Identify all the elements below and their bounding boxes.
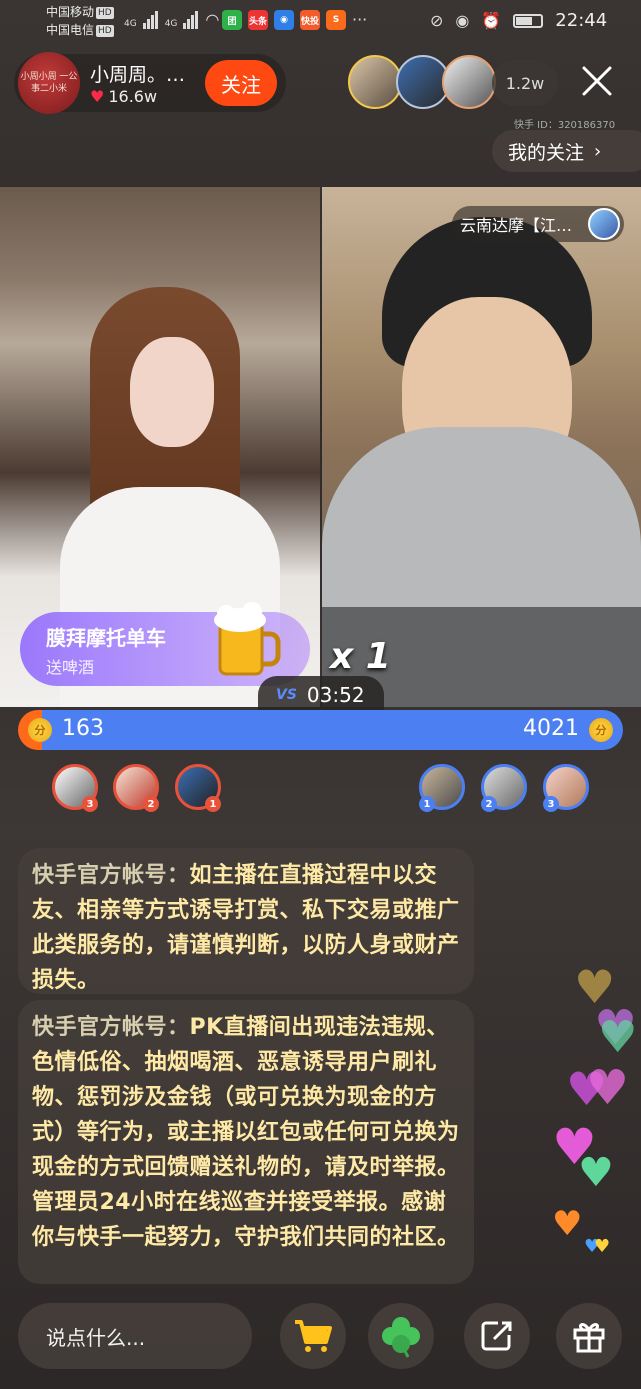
shop-cart-button[interactable] [280, 1303, 346, 1369]
message-sender: 快手官方帐号： [32, 863, 190, 888]
share-icon [481, 1321, 512, 1351]
message-text: PK直播间出现违法违规、色情低俗、抽烟喝酒、恶意诱导用户刷礼物、惩罚涉及金钱（或… [32, 1015, 460, 1250]
vs-icon: VS [276, 687, 297, 703]
left-rank-badge: 3 [82, 796, 98, 812]
nfc-icon: ⊘ [430, 11, 444, 30]
signal-label: 4G [124, 19, 137, 29]
viewer-count[interactable]: 1.2w [492, 60, 558, 106]
host-face-shape [130, 337, 214, 447]
coin-icon-right: 分 [589, 718, 613, 742]
gift-subtitle: 送啤酒 [46, 658, 95, 677]
my-follow-label: 我的关注 [508, 141, 585, 164]
right-rank-badge: 2 [481, 796, 497, 812]
clover-button[interactable] [368, 1303, 434, 1369]
hd-badge: HD [96, 24, 114, 37]
message-sender: 快手官方帐号： [32, 1015, 190, 1040]
app-icon-kuaitou: 快投 [300, 10, 320, 30]
kuaishou-id: 快手 ID：320186370 [514, 120, 616, 131]
heart-icon: ♥ [90, 87, 105, 106]
host-likes-count: 16.6w [108, 87, 158, 106]
notification-app-icons: 团 头条 ◉ 快投 S ··· [222, 10, 367, 30]
gift-banner: 膜拜摩托单车 送啤酒 [20, 602, 310, 686]
chat-message: 快手官方帐号：如主播在直播过程中以交友、相亲等方式诱导打赏、私下交易或推广此类服… [18, 848, 474, 994]
status-bar: 中国移动 HD 中国电信 HD 4G 4G ◠ 团 头条 ◉ 快投 S ··· ⊘ … [0, 0, 641, 44]
host-likes: ♥ 16.6w [90, 87, 157, 106]
eye-icon: ◉ [455, 11, 470, 30]
host-avatar-text: 小周小周 一公事二小米 [20, 72, 78, 94]
signal-bars-icon [183, 10, 199, 29]
pk-right-score: 4021 [523, 716, 579, 741]
host-name: 小周周。… [90, 64, 186, 86]
gift-icon [573, 1323, 605, 1353]
heart-icon: ♥ [586, 1060, 630, 1116]
pk-left-score: 163 [62, 716, 104, 741]
top-viewer-avatar-1[interactable] [348, 55, 402, 109]
gift-title: 膜拜摩托单车 [46, 626, 166, 650]
cart-icon [295, 1320, 332, 1352]
right-rank-badge: 1 [419, 796, 435, 812]
host-avatar[interactable]: 小周小周 一公事二小米 [18, 52, 80, 114]
top-viewer-avatar-3[interactable] [442, 55, 496, 109]
opponent-avatar[interactable] [588, 208, 620, 240]
left-rank-badge: 2 [143, 796, 159, 812]
chat-message: 快手官方帐号：PK直播间出现违法违规、色情低俗、抽烟喝酒、恶意诱导用户刷礼物、惩… [18, 1000, 474, 1284]
clock: 22:44 [555, 10, 608, 31]
coin-icon-left: 分 [28, 718, 52, 742]
signal-bars-icon [142, 10, 159, 29]
comment-input[interactable]: 说点什么... [18, 1303, 252, 1369]
heart-icon: ♥ [578, 1150, 614, 1196]
signal-label: 4G [164, 19, 178, 29]
app-icon-tuan: 团 [222, 10, 242, 30]
chevron-right-icon: › [594, 140, 602, 162]
beer-mug-icon [210, 600, 282, 680]
host-card[interactable]: 小周小周 一公事二小米 小周周。… ♥ 16.6w 关注 [14, 52, 286, 114]
gift-button[interactable] [556, 1303, 622, 1369]
pk-timer: VS 03:52 [258, 676, 384, 714]
wifi-icon: ◠ [205, 10, 220, 29]
follow-button[interactable]: 关注 [205, 60, 277, 106]
opponent-name-pill[interactable]: 云南达摩【江… [452, 206, 624, 242]
more-notifications-icon: ··· [352, 10, 368, 29]
carrier-info: 中国移动 HD 中国电信 HD [46, 3, 114, 39]
heart-icon: ♥ [552, 1204, 583, 1244]
app-icon-orange: S [326, 10, 346, 30]
right-rank-badge: 3 [543, 796, 559, 812]
share-button[interactable] [464, 1303, 530, 1369]
close-icon[interactable] [580, 64, 614, 98]
signal-icons: 4G 4G ◠ [124, 10, 219, 29]
carrier-2: 中国电信 [46, 23, 95, 37]
battery-icon [513, 13, 544, 28]
app-icon-blue: ◉ [274, 10, 294, 30]
opponent-video[interactable] [322, 187, 641, 707]
carrier-1: 中国移动 [46, 5, 95, 19]
heart-icon: ♥ [594, 1236, 611, 1257]
left-rank-badge: 1 [205, 796, 221, 812]
pk-timer-value: 03:52 [306, 683, 365, 707]
system-icons: ⊘ ◉ ⏰ 22:44 [430, 10, 607, 31]
app-icon-toutiao: 头条 [248, 10, 268, 30]
pk-progress-bar: 分 163 4021 分 [18, 710, 623, 750]
opponent-name: 云南达摩【江… [460, 216, 573, 235]
heart-icon: ♥ [598, 1012, 638, 1063]
gift-multiplier: x 1 [330, 636, 391, 677]
clover-icon [382, 1317, 420, 1358]
alarm-icon: ⏰ [481, 11, 502, 30]
hd-badge: HD [96, 6, 114, 19]
my-follow-button[interactable]: 我的关注 › [492, 130, 641, 172]
